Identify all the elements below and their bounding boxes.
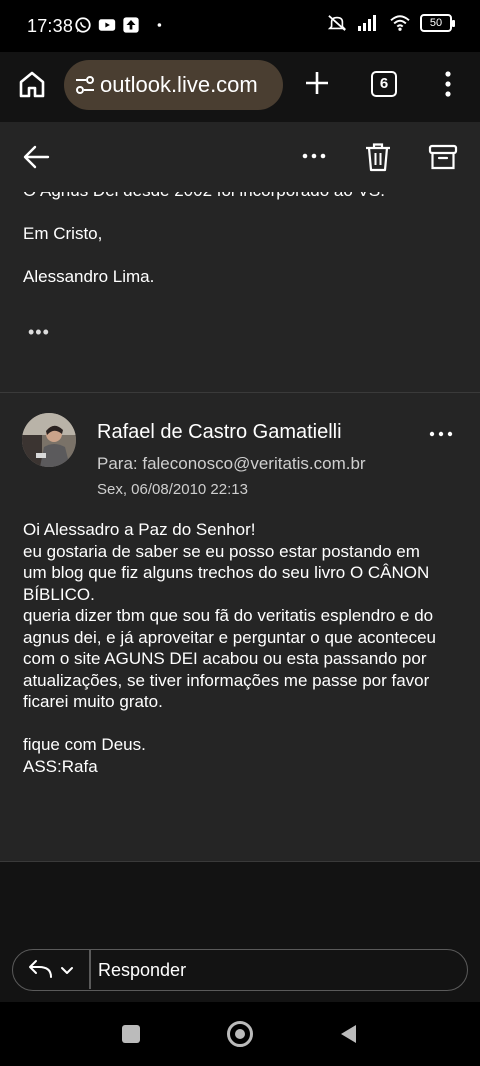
tab-switcher-button[interactable]: 6	[371, 71, 397, 97]
site-settings-icon[interactable]	[74, 75, 96, 95]
message-line: fique com Deus.	[23, 735, 146, 754]
message-line: um blog que fiz alguns trechos do seu li…	[23, 563, 430, 582]
message-card: Rafael de Castro Gamatielli Para: faleco…	[0, 392, 480, 862]
message-line: BÍBLICO.	[23, 584, 95, 604]
previous-message-line: Em Cristo,	[23, 224, 103, 243]
message-line: com o site AGUNS DEI acabou ou esta pass…	[23, 649, 427, 668]
conversation-view[interactable]: O Agnus Dei desde 2002 foi incorporado a…	[0, 192, 480, 938]
message-line: ASS:Rafa	[23, 756, 98, 776]
recipient-line: Para: faleconosco@veritatis.com.br	[97, 454, 366, 473]
archive-icon[interactable]	[428, 142, 458, 172]
browser-menu-icon[interactable]	[438, 68, 458, 100]
status-time: 17:38	[27, 16, 74, 36]
avatar	[22, 413, 76, 467]
message-line: atualizações, se tiver informações me pa…	[23, 670, 430, 690]
message-line: Oi Alessadro a Paz do Senhor!	[23, 520, 256, 539]
signal-icon	[358, 15, 376, 31]
reply-box[interactable]: Responder	[12, 949, 468, 991]
youtube-icon	[98, 19, 116, 31]
recent-apps-icon[interactable]	[122, 1025, 140, 1043]
new-tab-icon[interactable]	[302, 68, 332, 98]
status-bar: 17:38 50	[0, 0, 480, 52]
dot-icon	[157, 23, 162, 27]
system-navigation-bar	[0, 1002, 480, 1066]
reply-button[interactable]: Responder	[98, 960, 186, 981]
message-line: ficarei muito grato.	[23, 692, 163, 711]
message-line: queria dizer tbm que sou fã do veritatis…	[23, 606, 434, 625]
upload-icon	[123, 17, 139, 33]
reply-options-icon[interactable]	[27, 959, 81, 981]
wifi-icon	[390, 15, 410, 31]
previous-message-line: O Agnus Dei desde 2002 foi incorporado a…	[23, 192, 385, 202]
battery-indicator: 50	[420, 14, 455, 32]
back-arrow-icon[interactable]	[22, 142, 52, 172]
sender-name[interactable]: Rafael de Castro Gamatielli	[97, 421, 342, 444]
browser-toolbar: outlook.live.com 6	[0, 52, 480, 122]
home-icon[interactable]	[16, 68, 48, 100]
message-body: Oi Alessadro a Paz do Senhor! eu gostari…	[23, 519, 463, 777]
whatsapp-icon	[75, 17, 91, 33]
show-quoted-text-button[interactable]: •••	[28, 322, 50, 343]
trash-icon[interactable]	[364, 142, 392, 172]
back-triangle-icon[interactable]	[338, 1023, 358, 1045]
address-bar[interactable]: outlook.live.com	[64, 60, 283, 110]
more-horizontal-icon[interactable]	[300, 146, 328, 166]
message-date: Sex, 06/08/2010 22:13	[97, 481, 248, 498]
reply-divider	[89, 950, 91, 989]
message-line: agnus dei, e já aproveitar e perguntar o…	[23, 627, 437, 647]
previous-message-line: Alessandro Lima.	[23, 267, 155, 286]
mail-toolbar	[0, 122, 480, 192]
mute-icon	[327, 15, 347, 31]
reply-bar: Responder	[0, 938, 480, 1002]
message-more-icon[interactable]	[428, 427, 454, 441]
home-button-icon[interactable]	[227, 1021, 253, 1047]
url-text: outlook.live.com	[100, 72, 258, 97]
message-line: eu gostaria de saber se eu posso estar p…	[23, 541, 420, 561]
